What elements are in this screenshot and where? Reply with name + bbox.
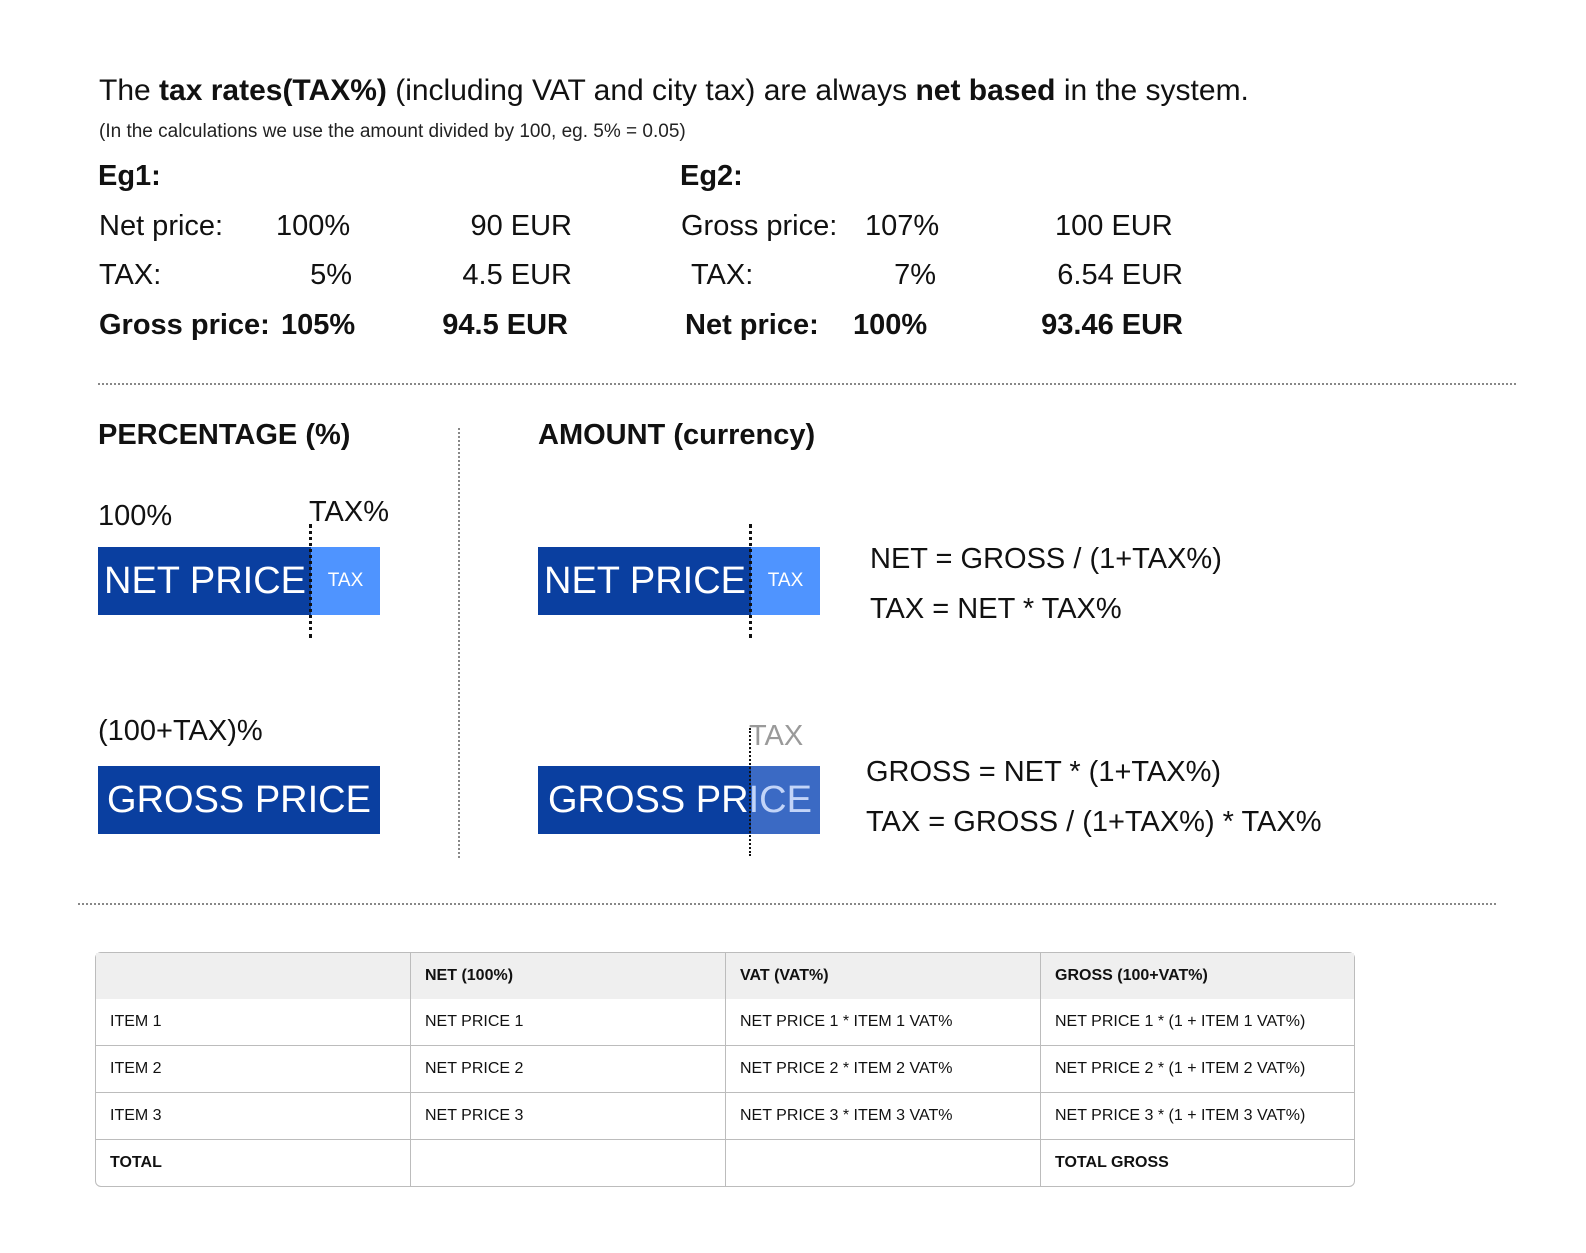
eg2-amount: 100 EUR [1055, 210, 1173, 242]
table-row: ITEM 3 NET PRICE 3 NET PRICE 3 * ITEM 3 … [96, 1093, 1354, 1140]
table-cell: NET PRICE 2 [411, 1046, 726, 1093]
amount-net-price-bar: NET PRICE [538, 547, 751, 615]
table-total-row: TOTAL TOTAL GROSS [96, 1140, 1354, 1186]
eg1-label: Net price: [99, 210, 224, 242]
formula-gross: GROSS = NET * (1+TAX%) [866, 756, 1222, 788]
vat-calculation-table: NET (100%) VAT (VAT%) GROSS (100+VAT%) I… [95, 952, 1355, 1187]
eg1-amount: 4.5 EUR [462, 259, 572, 291]
eg2-pct: 107% [865, 210, 940, 242]
amount-tax-box: TAX [751, 547, 820, 615]
net-price-bar: NET PRICE [98, 547, 311, 615]
gross-tax-label: TAX [749, 720, 804, 752]
eg2-amount: 6.54 EUR [1057, 259, 1183, 291]
gross-price-bar: GROSS PRICE [98, 766, 380, 834]
table-row: ITEM 1 NET PRICE 1 NET PRICE 1 * ITEM 1 … [96, 999, 1354, 1046]
formula-net: NET = GROSS / (1+TAX%) [870, 543, 1222, 575]
header-cell [96, 953, 411, 999]
top-divider [98, 383, 1516, 385]
eg1-amount: 94.5 EUR [442, 309, 568, 341]
gross-tax-portion [751, 766, 820, 834]
table-cell [726, 1140, 1041, 1186]
tax-box: TAX [311, 547, 380, 615]
table-cell: NET PRICE 3 * ITEM 3 VAT% [726, 1093, 1041, 1140]
table-cell: NET PRICE 3 [411, 1093, 726, 1140]
intro-text-2: (including VAT and city tax) are always [386, 74, 916, 107]
table-cell: NET PRICE 1 * (1 + ITEM 1 VAT%) [1041, 999, 1354, 1046]
formula-tax-from-gross: TAX = GROSS / (1+TAX%) * TAX% [866, 806, 1322, 838]
eg2-label: Net price: [685, 309, 819, 341]
intro-note: (In the calculations we use the amount d… [99, 121, 686, 142]
table-cell: NET PRICE 2 * (1 + ITEM 2 VAT%) [1041, 1046, 1354, 1093]
percentage-title: PERCENTAGE (%) [98, 419, 351, 451]
table-header-row: NET (100%) VAT (VAT%) GROSS (100+VAT%) [96, 953, 1354, 999]
intro-text-1: The [99, 74, 160, 107]
table-cell: ITEM 2 [96, 1046, 411, 1093]
header-cell-net: NET (100%) [411, 953, 726, 999]
formula-tax-from-net: TAX = NET * TAX% [870, 593, 1122, 625]
net-price-bar-label: NET PRICE [104, 560, 307, 602]
table-row: ITEM 2 NET PRICE 2 NET PRICE 2 * ITEM 2 … [96, 1046, 1354, 1093]
amount-net-tax-boundary-line [749, 524, 752, 638]
label-tax-pct: TAX% [309, 496, 390, 528]
tax-box-label: TAX [327, 570, 364, 591]
eg2-pct: 7% [894, 259, 936, 291]
section-divider [458, 428, 460, 858]
table-cell: TOTAL GROSS [1055, 1154, 1169, 1171]
table-cell: TOTAL [96, 1140, 411, 1186]
label-gross-pct: (100+TAX)% [98, 715, 263, 747]
label-100-pct: 100% [98, 500, 173, 532]
eg2-label: TAX: [691, 259, 754, 291]
eg2-label: Gross price: [681, 210, 838, 242]
eg1-pct: 100% [276, 210, 351, 242]
table-cell: NET PRICE 1 [411, 999, 726, 1046]
table-cell: NET PRICE 3 * (1 + ITEM 3 VAT%) [1041, 1093, 1354, 1140]
eg1-label: TAX: [99, 259, 162, 291]
amount-title: AMOUNT (currency) [538, 419, 816, 451]
intro-bold-net-based: net based [915, 74, 1056, 107]
eg2-title: Eg2: [680, 160, 743, 192]
bottom-divider [78, 903, 1496, 905]
table-cell: ITEM 3 [96, 1093, 411, 1140]
amount-tax-box-label: TAX [767, 570, 804, 591]
eg1-label: Gross price: [99, 309, 270, 341]
header-cell-gross: GROSS (100+VAT%) [1041, 953, 1354, 999]
gross-price-bar-label: GROSS PRICE [107, 779, 371, 821]
eg2-amount: 93.46 EUR [1041, 309, 1183, 341]
eg1-pct: 5% [310, 259, 352, 291]
eg2-pct: 100% [853, 309, 928, 341]
header-cell-vat: VAT (VAT%) [726, 953, 1041, 999]
intro-bold-tax-rates: tax rates(TAX%) [159, 74, 387, 107]
table-cell: ITEM 1 [96, 999, 411, 1046]
eg1-amount: 90 EUR [470, 210, 572, 242]
intro-text-3: in the system. [1055, 74, 1249, 107]
net-tax-boundary-line [309, 524, 312, 638]
eg1-pct: 105% [281, 309, 356, 341]
gross-tax-boundary-line [749, 728, 751, 856]
table-cell: NET PRICE 1 * ITEM 1 VAT% [726, 999, 1041, 1046]
table-cell [411, 1140, 726, 1186]
intro-sentence: The tax rates(TAX%) (including VAT and c… [99, 74, 1249, 108]
amount-net-price-bar-label: NET PRICE [544, 560, 747, 602]
eg1-title: Eg1: [98, 160, 161, 192]
table-cell: NET PRICE 2 * ITEM 2 VAT% [726, 1046, 1041, 1093]
